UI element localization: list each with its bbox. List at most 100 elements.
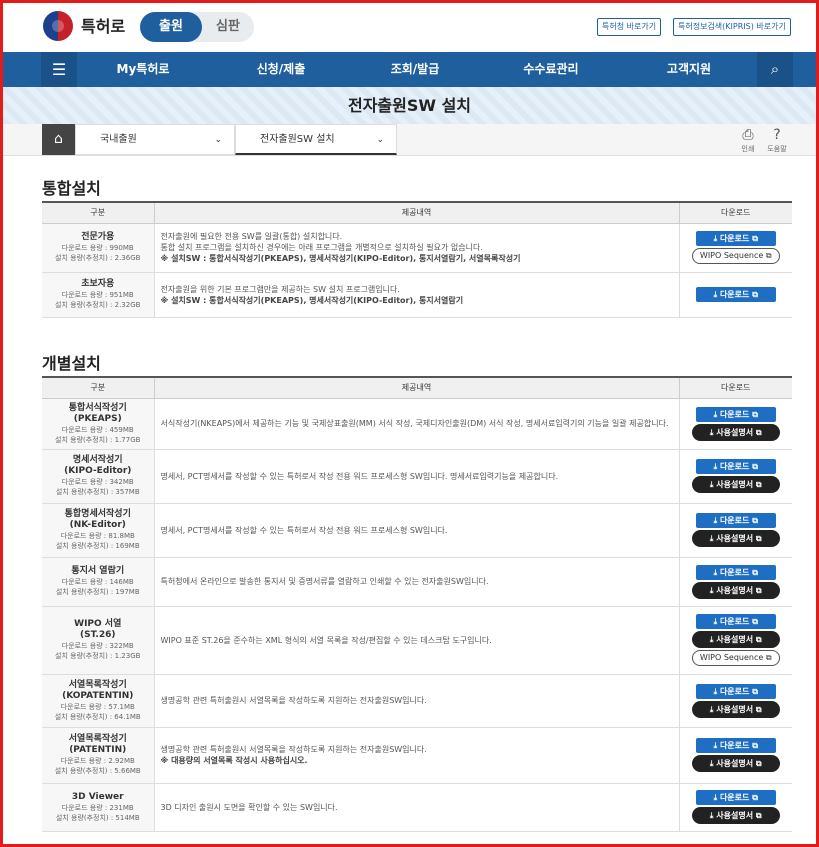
install-size: 설치 용량(추정치) : 2.36GB — [55, 254, 141, 262]
search-icon[interactable]: ⌕ — [757, 52, 793, 87]
download-label: 다운로드 — [719, 617, 750, 626]
row-category: WIPO 서열 (ST.26) 다운로드 용량 : 322MB 설치 용량(추정… — [42, 606, 154, 675]
manual-button[interactable]: ⤓ 사용설명서 ⧉ — [691, 700, 780, 718]
breadcrumb-level2[interactable]: 전자출원SW 설치 ⌄ — [235, 124, 397, 155]
manual-button[interactable]: ⤓ 사용설명서 ⧉ — [691, 755, 780, 772]
download-icon: ⤓ — [713, 617, 718, 626]
nav-item-fees[interactable]: 수수료관리 — [491, 52, 611, 87]
download-size: 다운로드 용량 : 951MB — [61, 291, 134, 299]
top-bar: 특허로 출원 심판 특허청 바로가기 특허정보검색(KIPRIS) 바로가기 — [3, 3, 816, 52]
kipo-link[interactable]: 특허청 바로가기 — [597, 18, 662, 36]
home-icon[interactable]: ⌂ — [42, 124, 75, 155]
install-size: 설치 용량(추정치) : 357MB — [55, 488, 140, 496]
row-description: WIPO 표준 ST.26을 준수하는 XML 형식의 서열 목록을 작성/편집… — [153, 606, 679, 675]
download-button[interactable]: ⤓ 다운로드 ⧉ — [695, 459, 776, 474]
site-brand[interactable]: 특허로 — [81, 13, 125, 37]
row-downloads: ⤓ 다운로드 ⧉ ⤓ 사용설명서 ⧉ WIPO Sequence ⧉ — [678, 606, 792, 675]
download-button[interactable]: ⤓ 다운로드 ⧉ — [695, 231, 776, 246]
nav-item-apply[interactable]: 신청/제출 — [221, 52, 341, 87]
download-size: 다운로드 용량 : 990MB — [61, 244, 134, 252]
download-icon: ⤓ — [709, 427, 714, 437]
nav-item-my[interactable]: My특허로 — [83, 52, 203, 87]
col-header-content: 제공내역 — [153, 202, 679, 224]
install-size: 설치 용량(추정치) : 64.1MB — [54, 712, 141, 721]
menu-icon[interactable]: ☰ — [41, 52, 77, 87]
download-size: 다운로드 용량 : 459MB — [61, 425, 134, 434]
manual-button[interactable]: ⤓ 사용설명서 ⧉ — [691, 476, 780, 493]
download-icon: ⤓ — [709, 635, 714, 644]
nav-item-support[interactable]: 고객지원 — [629, 52, 749, 87]
external-link-icon: ⧉ — [765, 251, 772, 260]
manual-button[interactable]: ⤓ 사용설명서 ⧉ — [691, 631, 780, 648]
row-downloads: ⤓ 다운로드 ⧉ ⤓ 사용설명서 ⧉ — [678, 783, 792, 832]
external-link-icon: ⧉ — [752, 567, 758, 577]
download-icon: ⤓ — [713, 409, 718, 419]
download-button[interactable]: ⤓ 다운로드 ⧉ — [695, 406, 776, 422]
download-button[interactable]: ⤓ 다운로드 ⧉ — [695, 287, 776, 302]
download-label: 다운로드 — [719, 516, 750, 525]
row-description: 전자출원에 필요한 전용 SW를 일괄(통합) 설치합니다. 통합 설치 프로그… — [153, 223, 679, 273]
external-link-icon: ⧉ — [752, 741, 758, 750]
download-button[interactable]: ⤓ 다운로드 ⧉ — [695, 513, 776, 528]
download-label: 다운로드 — [719, 741, 750, 750]
download-button[interactable]: ⤓ 다운로드 ⧉ — [695, 614, 776, 629]
row-downloads: ⤓ 다운로드 ⧉ — [678, 272, 792, 318]
external-link-icon: ⧉ — [752, 462, 758, 471]
download-button[interactable]: ⤓ 다운로드 ⧉ — [695, 683, 776, 699]
print-button[interactable]: ⎙ 인쇄 — [734, 124, 762, 155]
page-banner: 전자출원SW 설치 — [3, 87, 816, 124]
external-link-icon: ⧉ — [752, 409, 758, 419]
manual-button[interactable]: ⤓ 사용설명서 ⧉ — [691, 423, 780, 441]
tab-application[interactable]: 출원 — [140, 12, 202, 42]
install-size: 설치 용량(추정치) : 197MB — [55, 588, 140, 596]
breadcrumb-level1[interactable]: 국내출원 ⌄ — [75, 124, 235, 155]
external-link-icon: ⧉ — [755, 635, 762, 644]
wipo-sequence-button[interactable]: WIPO Sequence ⧉ — [691, 248, 780, 264]
row-description: 명세서, PCT명세서를 작성할 수 있는 특허로서 작성 전용 워드 프로세스… — [153, 503, 679, 558]
external-link-icon: ⧉ — [765, 653, 772, 662]
government-emblem-icon[interactable] — [43, 11, 73, 41]
wipo-sequence-button[interactable]: WIPO Sequence ⧉ — [691, 650, 780, 666]
download-icon: ⤓ — [709, 704, 714, 714]
download-size: 다운로드 용량 : 2.92MB — [60, 757, 135, 765]
download-size: 다운로드 용량 : 342MB — [61, 478, 134, 486]
page-title: 전자출원SW 설치 — [347, 96, 472, 115]
row-category: 통합명세서작성기 (NK-Editor) 다운로드 용량 : 81.8MB 설치… — [42, 503, 154, 558]
desc-line: 통합 설치 프로그램을 설치하신 경우에는 아래 프로그램을 개별적으로 설치하… — [160, 243, 483, 252]
download-icon: ⤓ — [713, 741, 718, 750]
manual-button[interactable]: ⤓ 사용설명서 ⧉ — [691, 581, 780, 599]
sw-subname: (ST.26) — [80, 630, 116, 640]
install-size: 설치 용량(추정치) : 2.32GB — [55, 301, 141, 309]
download-icon: ⤓ — [709, 759, 714, 768]
download-icon: ⤓ — [713, 290, 718, 299]
download-size: 다운로드 용량 : 322MB — [61, 642, 134, 650]
download-button[interactable]: ⤓ 다운로드 ⧉ — [695, 790, 776, 805]
manual-button[interactable]: ⤓ 사용설명서 ⧉ — [691, 807, 780, 824]
breadcrumb-level2-label: 전자출원SW 설치 — [260, 134, 335, 145]
table-row: 통합명세서작성기 (NK-Editor) 다운로드 용량 : 81.8MB 설치… — [42, 503, 792, 558]
install-size: 설치 용량(추정치) : 1.77GB — [55, 435, 141, 444]
row-category: 전문가용 다운로드 용량 : 990MB 설치 용량(추정치) : 2.36GB — [42, 223, 154, 273]
download-button[interactable]: ⤓ 다운로드 ⧉ — [695, 564, 776, 580]
download-button[interactable]: ⤓ 다운로드 ⧉ — [695, 738, 776, 753]
nav-item-inquiry[interactable]: 조회/발급 — [355, 52, 475, 87]
kipris-link[interactable]: 특허정보검색(KIPRIS) 바로가기 — [673, 18, 791, 36]
external-link-icon: ⧉ — [755, 427, 762, 437]
sw-name: 전문가용 — [81, 232, 115, 242]
row-description: 생명공학 관련 특허출원시 서열목록을 작성하도록 지원하는 전자출원SW입니다… — [153, 674, 679, 728]
row-description: 3D 디자인 출원시 도면을 확인할 수 있는 SW입니다. — [153, 783, 679, 832]
install-size: 설치 용량(추정치) : 169MB — [55, 542, 140, 550]
integrated-table: 구분 제공내역 다운로드 전문가용 다운로드 용량 : 990MB 설치 용량(… — [42, 201, 792, 318]
help-button[interactable]: ? 도움말 — [763, 124, 791, 155]
col-header-category: 구분 — [42, 202, 154, 224]
chevron-down-icon: ⌄ — [214, 135, 222, 145]
sw-name: WIPO 서열 — [74, 619, 122, 629]
sw-subname: (NK-Editor) — [69, 520, 126, 530]
table-row: 초보자용 다운로드 용량 : 951MB 설치 용량(추정치) : 2.32GB… — [42, 272, 792, 318]
tab-trial[interactable]: 심판 — [202, 12, 254, 42]
col-header-download: 다운로드 — [678, 377, 792, 399]
table-row: 명세서작성기 (KIPO-Editor) 다운로드 용량 : 342MB 설치 … — [42, 449, 792, 504]
manual-label: 사용설명서 — [716, 811, 754, 820]
table-header-row: 구분 제공내역 다운로드 — [42, 377, 792, 399]
manual-button[interactable]: ⤓ 사용설명서 ⧉ — [691, 530, 780, 547]
